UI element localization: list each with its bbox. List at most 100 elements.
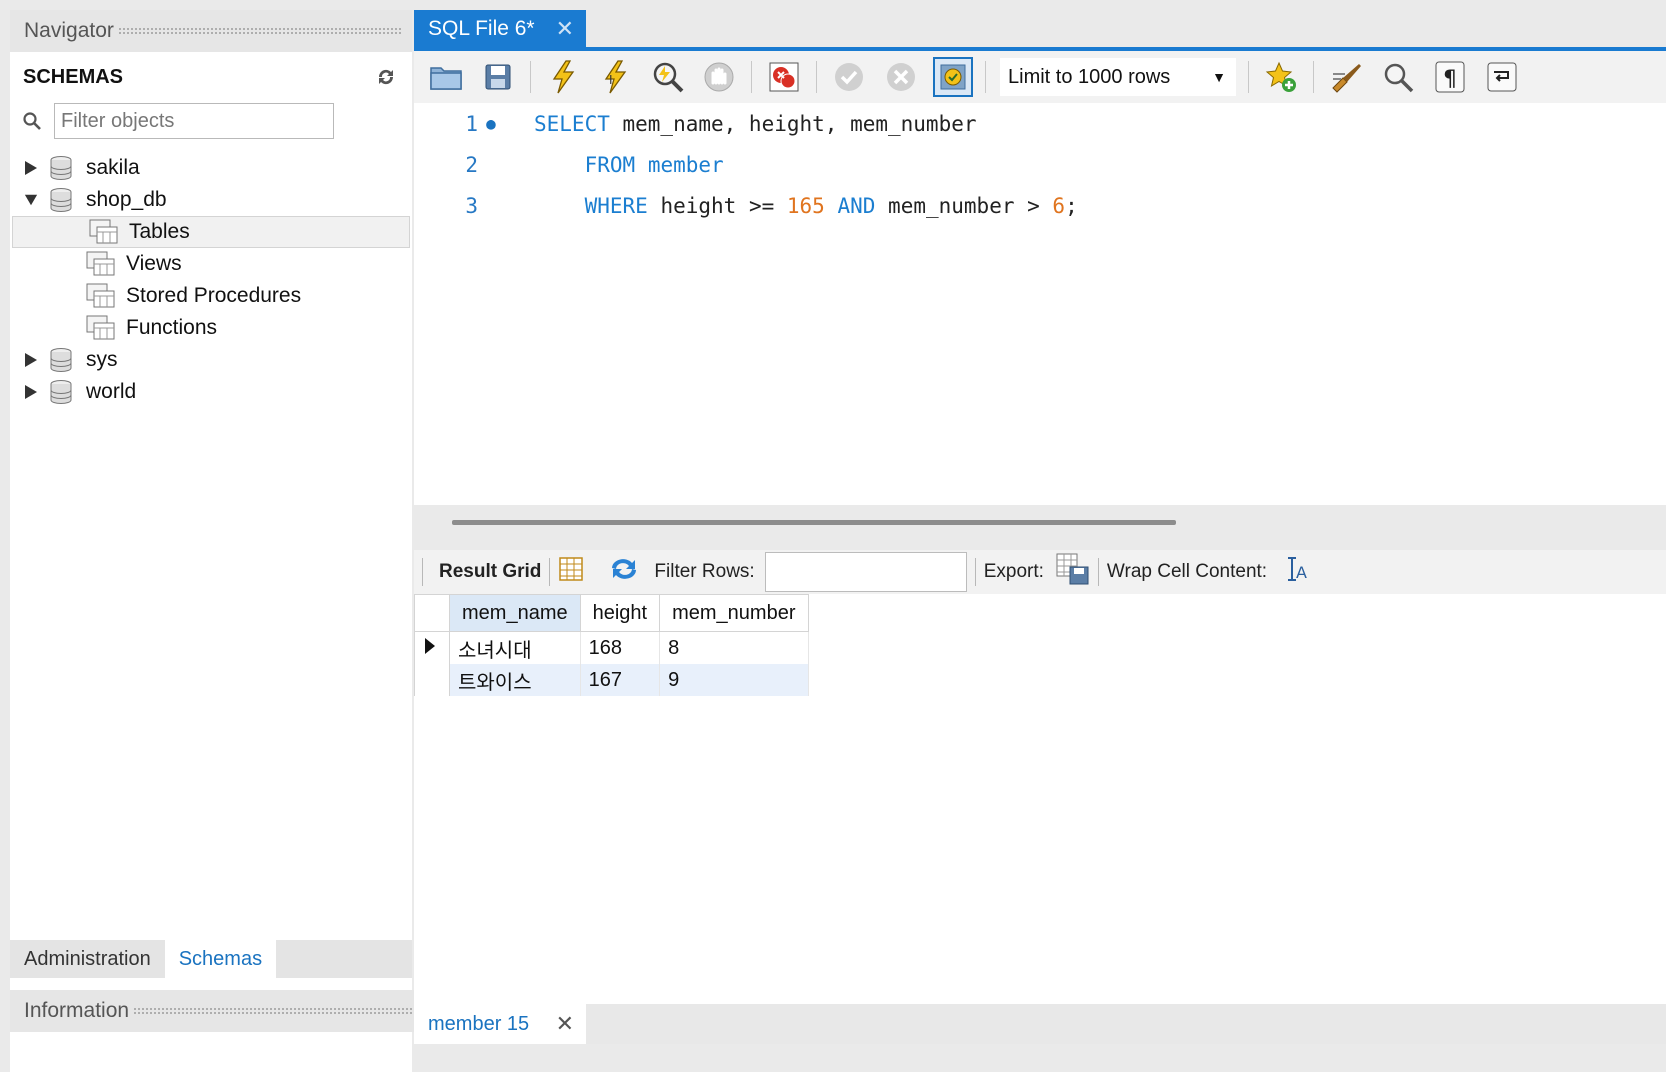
tree-item-stored-procedures[interactable]: Stored Procedures <box>10 280 412 312</box>
expand-arrow-icon[interactable] <box>24 384 38 400</box>
tab-schemas[interactable]: Schemas <box>164 940 277 978</box>
table-row[interactable]: 트와이스 167 9 <box>414 664 809 696</box>
sql-number: 6 <box>1052 193 1066 218</box>
sql-editor-toolbar: I Limit to 1000 rows ▼ ¶ <box>414 51 1666 103</box>
filter-rows-label: Filter Rows: <box>654 561 755 582</box>
collapse-arrow-icon[interactable] <box>24 192 38 208</box>
tab-title: SQL File 6* <box>428 17 535 40</box>
wrap-cell-icon[interactable]: A <box>1285 556 1309 588</box>
navigator-header: Navigator <box>10 10 412 52</box>
table-cell[interactable]: 소녀시대 <box>449 631 581 664</box>
tab-administration[interactable]: Administration <box>10 940 165 978</box>
execute-icon[interactable] <box>543 57 583 97</box>
tree-item-world[interactable]: world <box>10 376 412 408</box>
code-line[interactable]: 2 FROM member <box>414 144 1666 185</box>
filter-rows-input[interactable] <box>764 552 967 592</box>
information-header: Information <box>10 990 426 1032</box>
svg-text:I: I <box>609 73 613 87</box>
commit-icon[interactable] <box>829 57 869 97</box>
code-line[interactable]: 3 WHERE height >= 165 AND mem_number > 6… <box>414 185 1666 226</box>
toolbar-separator <box>985 61 986 93</box>
tree-item-functions[interactable]: Functions <box>10 312 412 344</box>
expand-arrow-icon[interactable] <box>24 160 38 176</box>
rollback-icon[interactable] <box>881 57 921 97</box>
result-grid-tab[interactable]: Result Grid <box>439 561 541 583</box>
table-cell[interactable]: 트와이스 <box>449 664 581 696</box>
column-header[interactable]: mem_name <box>449 594 581 632</box>
open-file-icon[interactable] <box>426 57 466 97</box>
close-tab-icon[interactable]: ✕ <box>556 16 574 42</box>
close-tab-icon[interactable]: ✕ <box>556 1011 574 1037</box>
refresh-schemas-icon[interactable] <box>374 65 398 89</box>
sql-keyword: member <box>647 152 724 177</box>
result-grid-area: mem_name height mem_number 소녀시대 168 8 트와… <box>414 594 1666 1004</box>
column-header[interactable]: height <box>579 594 661 632</box>
tables-folder-icon <box>89 219 118 244</box>
result-grid: mem_name height mem_number 소녀시대 168 8 트와… <box>414 594 809 696</box>
result-tab-bar: member 15 ✕ <box>414 1004 1666 1044</box>
grid-corner[interactable] <box>414 594 450 632</box>
tree-item-views[interactable]: Views <box>10 248 412 280</box>
tab-sql-file[interactable]: SQL File 6* ✕ <box>414 10 586 48</box>
code-text: FROM member <box>504 153 724 177</box>
tree-item-label: sys <box>86 348 118 371</box>
table-cell[interactable]: 9 <box>659 664 809 696</box>
tree-item-sakila[interactable]: sakila <box>10 152 412 184</box>
views-folder-icon <box>86 251 115 276</box>
explain-icon[interactable] <box>647 57 687 97</box>
table-cell[interactable]: 8 <box>659 631 809 664</box>
filter-objects-input[interactable] <box>54 103 334 139</box>
wrap-cell-label: Wrap Cell Content: <box>1106 561 1268 582</box>
toggle-error-icon[interactable] <box>764 57 804 97</box>
table-row[interactable]: 소녀시대 168 8 <box>414 631 809 664</box>
result-toolbar: Result Grid Filter Rows: Export: Wrap Ce… <box>414 550 1666 594</box>
column-header[interactable]: mem_number <box>659 594 809 632</box>
tree-item-label: world <box>86 380 137 403</box>
sql-text: height >= <box>647 193 787 218</box>
wrap-lines-icon[interactable] <box>1482 57 1522 97</box>
database-icon <box>50 380 72 405</box>
code-text: WHERE height >= 165 AND mem_number > 6; <box>504 194 1078 218</box>
refresh-results-icon[interactable] <box>608 556 640 588</box>
tree-item-sys[interactable]: sys <box>10 344 412 376</box>
autocommit-icon[interactable] <box>933 57 973 97</box>
navigator-title: Navigator <box>24 19 114 42</box>
tree-item-shop_db[interactable]: shop_db <box>10 184 412 216</box>
beautify-icon[interactable] <box>1326 57 1366 97</box>
chevron-down-icon: ▼ <box>1212 69 1226 85</box>
execute-current-icon[interactable]: I <box>595 57 635 97</box>
schema-tree: sakila shop_db Tables Views Stored Proce… <box>10 152 412 408</box>
procedures-folder-icon <box>86 283 115 308</box>
row-header[interactable] <box>414 664 450 696</box>
limit-rows-select[interactable]: Limit to 1000 rows ▼ <box>1000 58 1236 96</box>
save-icon[interactable] <box>478 57 518 97</box>
stop-icon[interactable] <box>699 57 739 97</box>
header-grip <box>117 27 402 35</box>
expand-arrow-icon[interactable] <box>24 352 38 368</box>
svg-text:A: A <box>1296 563 1307 582</box>
limit-rows-label: Limit to 1000 rows <box>1008 65 1171 88</box>
tree-item-label: Functions <box>126 316 218 339</box>
schemas-header: SCHEMAS <box>10 56 412 98</box>
add-snippet-icon[interactable] <box>1261 57 1301 97</box>
sql-keyword: FROM <box>584 152 636 177</box>
tree-item-tables[interactable]: Tables <box>12 216 410 248</box>
export-label: Export: <box>983 561 1044 582</box>
toolbar-separator <box>422 558 423 586</box>
filter-row <box>10 98 412 144</box>
export-icon[interactable] <box>1056 553 1090 591</box>
find-icon[interactable] <box>1378 57 1418 97</box>
table-cell[interactable]: 168 <box>580 631 661 664</box>
tab-result-member[interactable]: member 15 ✕ <box>414 1004 586 1044</box>
sql-code-editor[interactable]: 1 ● SELECT mem_name, height, mem_number 2 F… <box>414 103 1666 505</box>
row-header[interactable] <box>414 631 450 664</box>
table-cell[interactable]: 167 <box>580 664 661 696</box>
invisible-chars-icon[interactable]: ¶ <box>1430 57 1470 97</box>
form-editor-icon[interactable] <box>558 556 584 588</box>
line-number: 2 <box>465 152 478 177</box>
svg-text:¶: ¶ <box>1443 67 1457 92</box>
horizontal-scrollbar[interactable] <box>452 520 1176 525</box>
code-line[interactable]: 1 ● SELECT mem_name, height, mem_number <box>414 103 1666 144</box>
